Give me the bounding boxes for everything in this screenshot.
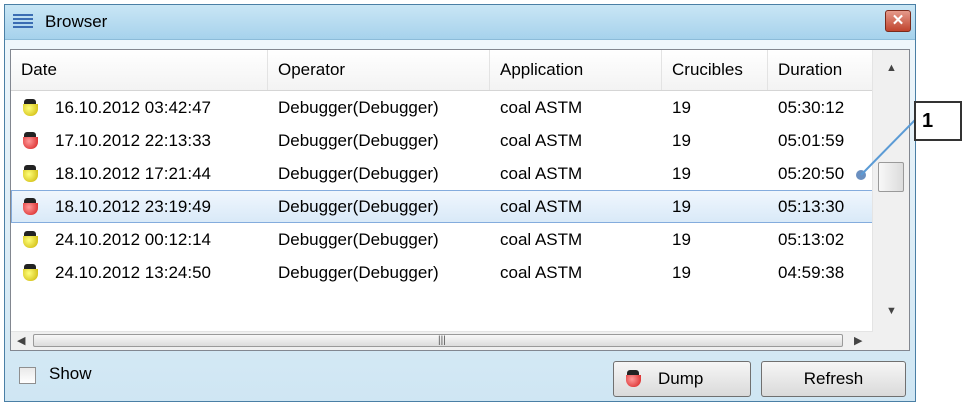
cell-crucibles: 19 (672, 164, 691, 183)
cell-crucibles: 19 (672, 98, 691, 117)
cell-date: 18.10.2012 23:19:49 (55, 197, 211, 216)
column-header-application[interactable]: Application (490, 50, 662, 90)
grid-header: Date Operator Application Crucibles Dura… (11, 50, 873, 91)
show-label[interactable]: Show (49, 364, 92, 384)
crucible-icon (23, 165, 38, 182)
vertical-scrollbar[interactable]: ▲ ▼ (872, 50, 909, 332)
cell-application: coal ASTM (500, 197, 583, 216)
results-grid: Date Operator Application Crucibles Dura… (10, 49, 910, 351)
crucible-icon (23, 231, 38, 248)
cell-crucibles: 19 (672, 230, 691, 249)
scroll-right-icon[interactable]: ▶ (854, 334, 862, 347)
cell-duration: 05:20:50 (778, 164, 845, 183)
table-row[interactable]: 24.10.2012 00:12:14 Debugger(Debugger) coa… (11, 223, 873, 256)
window-body: Date Operator Application Crucibles Dura… (5, 40, 915, 401)
dump-button-label: Dump (658, 369, 704, 388)
cell-duration: 05:01:59 (778, 131, 845, 150)
cell-crucibles: 19 (672, 263, 691, 282)
cell-date: 24.10.2012 13:24:50 (55, 263, 211, 282)
cell-application: coal ASTM (500, 131, 583, 150)
table-row[interactable]: 17.10.2012 22:13:33 Debugger(Debugger) coa… (11, 124, 873, 157)
window-title: Browser (45, 12, 108, 31)
scroll-up-icon[interactable]: ▲ (886, 62, 897, 74)
table-row[interactable]: 18.10.2012 23:19:49 Debugger(Debugger) coa… (11, 190, 873, 223)
horizontal-scroll-thumb[interactable]: ||| (33, 334, 843, 347)
cell-duration: 05:30:12 (778, 98, 845, 117)
horizontal-scrollbar[interactable]: ◀ ||| ▶ (11, 331, 873, 350)
crucible-icon (23, 264, 38, 281)
cell-duration: 04:59:38 (778, 263, 845, 282)
column-header-date[interactable]: Date (11, 50, 268, 90)
cell-operator: Debugger(Debugger) (278, 230, 439, 249)
column-header-operator[interactable]: Operator (268, 50, 490, 90)
crucible-icon (23, 99, 38, 116)
close-button[interactable]: ✕ (885, 10, 911, 32)
cell-application: coal ASTM (500, 98, 583, 117)
cell-operator: Debugger(Debugger) (278, 98, 439, 117)
crucible-icon (23, 198, 38, 215)
table-row[interactable]: 18.10.2012 17:21:44 Debugger(Debugger) coa… (11, 157, 873, 190)
list-icon (13, 14, 33, 30)
dump-button[interactable]: Dump (613, 361, 751, 397)
table-row[interactable]: 16.10.2012 03:42:47 Debugger(Debugger) coa… (11, 91, 873, 124)
show-checkbox[interactable] (19, 367, 36, 384)
cell-duration: 05:13:02 (778, 230, 845, 249)
title-bar[interactable]: Browser ✕ (5, 5, 915, 40)
scrollbar-corner (873, 332, 909, 350)
crucible-icon (23, 132, 38, 149)
cell-date: 17.10.2012 22:13:33 (55, 131, 211, 150)
scroll-down-icon[interactable]: ▼ (886, 305, 897, 317)
cell-date: 18.10.2012 17:21:44 (55, 164, 211, 183)
cell-application: coal ASTM (500, 263, 583, 282)
cell-date: 24.10.2012 00:12:14 (55, 230, 211, 249)
refresh-button[interactable]: Refresh (761, 361, 906, 397)
crucible-icon (626, 370, 641, 387)
column-header-duration[interactable]: Duration (768, 50, 873, 90)
browser-window: Browser ✕ Date Operator Application Cruc… (4, 4, 916, 402)
cell-crucibles: 19 (672, 131, 691, 150)
cell-operator: Debugger(Debugger) (278, 197, 439, 216)
callout-label: 1 (914, 101, 962, 141)
cell-date: 16.10.2012 03:42:47 (55, 98, 211, 117)
cell-application: coal ASTM (500, 164, 583, 183)
cell-crucibles: 19 (672, 197, 691, 216)
cell-operator: Debugger(Debugger) (278, 131, 439, 150)
cell-duration: 05:13:30 (778, 197, 845, 216)
cell-operator: Debugger(Debugger) (278, 164, 439, 183)
cell-operator: Debugger(Debugger) (278, 263, 439, 282)
column-header-crucibles[interactable]: Crucibles (662, 50, 768, 90)
scroll-left-icon[interactable]: ◀ (17, 334, 25, 347)
cell-application: coal ASTM (500, 230, 583, 249)
table-row[interactable]: 24.10.2012 13:24:50 Debugger(Debugger) coa… (11, 256, 873, 289)
